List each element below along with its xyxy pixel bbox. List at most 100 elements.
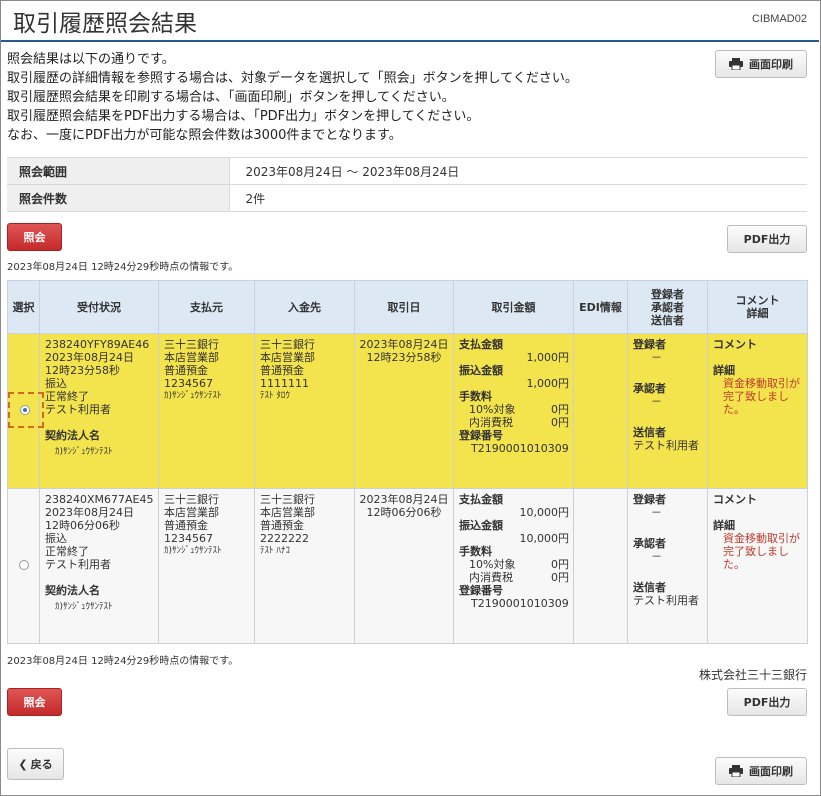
payer-account-number: 1234567: [164, 532, 213, 545]
transaction-time: 12時23分58秒: [366, 351, 442, 364]
receipt-number: 238240YFY89AE46: [45, 338, 150, 351]
transaction-date: 2023年08月24日: [359, 493, 449, 506]
comment-label: コメント: [713, 493, 757, 506]
transfer-amount-label: 振込金額: [459, 364, 503, 377]
inquiry-button-bottom[interactable]: 照会: [7, 688, 62, 716]
edi-cell: [573, 333, 628, 489]
payer-account-type: 普通預金: [164, 519, 208, 532]
col-comment-label: コメント: [735, 294, 780, 307]
chevron-left-icon: ❮: [18, 757, 28, 771]
intro-text: 照会結果は以下の通りです。 取引履歴の詳細情報を参照する場合は、対象データを選択…: [7, 50, 578, 145]
payment-amount-label: 支払金額: [459, 493, 503, 506]
payment-amount-value: 1,000円: [526, 351, 570, 364]
row-radio-selected[interactable]: [20, 404, 30, 415]
approvers-cell: 登録者 － 承認者 － 送信者 テスト利用者: [627, 333, 708, 489]
sender-value: テスト利用者: [633, 439, 699, 452]
payer-branch: 本店営業部: [164, 351, 219, 364]
col-approvers: 登録者 承認者 送信者: [627, 280, 708, 334]
corp-name-value: ｶ)ｻﾝｼﾞｭｳｻﾝﾃｽﾄ: [55, 447, 113, 457]
info-timestamp-top: 2023年08月24日 12時24分29秒時点の情報です。: [7, 262, 239, 273]
payment-amount-label: 支払金額: [459, 338, 503, 351]
user-name: テスト利用者: [45, 558, 111, 571]
fee-tax-row: 内消費税 0円: [459, 416, 573, 429]
detail-text: 完了致しまし: [723, 545, 789, 558]
radio-focus-highlight: [8, 391, 44, 428]
reg-no-value: T2190001010309: [471, 442, 569, 455]
range-label: 照会範囲: [7, 157, 230, 185]
transaction-type: 振込: [45, 532, 67, 545]
col-edi: EDI情報: [573, 280, 628, 334]
approvers-cell: 登録者 － 承認者 － 送信者 テスト利用者: [627, 488, 708, 644]
payee-bank: 三十三銀行: [260, 493, 315, 506]
summary-row-count: 照会件数 2件: [7, 184, 807, 212]
payee-account-type: 普通預金: [260, 364, 304, 377]
receipt-time: 12時06分06秒: [45, 519, 120, 532]
fee-10-row: 10%対象 0円: [459, 558, 573, 571]
pdf-button-bottom[interactable]: PDF出力: [727, 688, 807, 716]
col-amount: 取引金額: [453, 280, 574, 334]
detail-text: 資金移動取引が: [723, 532, 800, 545]
reg-no-value: T2190001010309: [471, 597, 569, 610]
sender-value: テスト利用者: [633, 594, 699, 607]
transaction-date: 2023年08月24日: [359, 338, 449, 351]
payee-branch: 本店営業部: [260, 506, 315, 519]
col-select: 選択: [7, 280, 40, 334]
approver-value: －: [651, 395, 662, 408]
page-header: 取引履歴照会結果 CIBMAD02: [1, 1, 819, 42]
detail-label: 詳細: [713, 519, 735, 532]
approver-label: 承認者: [633, 382, 666, 395]
intro-line: 取引履歴照会結果をPDF出力する場合は、「PDF出力」ボタンを押してください。: [7, 109, 480, 124]
receipt-number: 238240XM677AE45: [45, 493, 154, 506]
detail-text: た。: [723, 403, 745, 416]
registrant-value: －: [651, 351, 662, 364]
intro-line: 取引履歴の詳細情報を参照する場合は、対象データを選択して「照会」ボタンを押してく…: [7, 71, 578, 86]
payer-cell: 三十三銀行 本店営業部 普通預金 1234567 ｶ)ｻﾝｼﾞｭｳｻﾝﾃｽﾄ: [158, 333, 255, 489]
range-value: 2023年08月24日 ～ 2023年08月24日: [229, 157, 807, 185]
print-button-label: 画面印刷: [749, 765, 793, 778]
back-button[interactable]: ❮ 戻る: [7, 748, 64, 780]
registrant-label: 登録者: [633, 338, 666, 351]
payment-amount-value: 10,000円: [519, 506, 570, 519]
row-radio[interactable]: [18, 559, 29, 570]
corp-name-label: 契約法人名: [45, 584, 100, 597]
print-button-label: 画面印刷: [749, 58, 793, 71]
fee-10-label: 10%対象: [469, 558, 516, 571]
intro-line: 照会結果は以下の通りです。: [7, 52, 175, 67]
table-row[interactable]: 238240YFY89AE46 2023年08月24日 12時23分58秒 振込…: [7, 333, 808, 489]
fee-10-label: 10%対象: [469, 403, 516, 416]
print-button-bottom[interactable]: 画面印刷: [715, 757, 807, 785]
results-header-row: 選択 受付状況 支払元 入金先 取引日 取引金額 EDI情報 登録者 承認者 送…: [7, 280, 808, 334]
detail-text: た。: [723, 558, 745, 571]
intro-line: なお、一度にPDF出力が可能な照会件数は3000件までとなります。: [7, 128, 402, 143]
approver-label: 承認者: [633, 537, 666, 550]
approver-value: －: [651, 550, 662, 563]
comment-label: コメント: [713, 338, 757, 351]
comment-cell: コメント 詳細 資金移動取引が 完了致しまし た。: [707, 333, 808, 489]
results-table: 選択 受付状況 支払元 入金先 取引日 取引金額 EDI情報 登録者 承認者 送…: [7, 280, 808, 644]
payee-account-name: ﾃｽﾄ ﾊﾅｺ: [260, 546, 290, 556]
reg-no-label: 登録番号: [459, 584, 503, 597]
payee-account-number: 1111111: [260, 377, 309, 390]
col-date: 取引日: [354, 280, 454, 334]
col-payer: 支払元: [158, 280, 255, 334]
reg-no-label: 登録番号: [459, 429, 503, 442]
col-detail-label: 詳細: [746, 307, 769, 320]
status-cell: 238240XM677AE45 2023年08月24日 12時06分06秒 振込…: [39, 488, 159, 644]
table-row[interactable]: 238240XM677AE45 2023年08月24日 12時06分06秒 振込…: [7, 488, 808, 644]
amount-cell: 支払金額 1,000円 振込金額 1,000円 手数料 10%対象 0円 内消費税…: [453, 333, 574, 489]
status-text: 正常終了: [45, 545, 89, 558]
sender-label: 送信者: [633, 581, 666, 594]
detail-text: 完了致しまし: [723, 390, 789, 403]
col-registrant: 登録者: [651, 287, 684, 301]
inquiry-button-top[interactable]: 照会: [7, 223, 62, 251]
payer-cell: 三十三銀行 本店営業部 普通預金 1234567 ｶ)ｻﾝｼﾞｭｳｻﾝﾃｽﾄ: [158, 488, 255, 644]
print-button-top[interactable]: 画面印刷: [715, 50, 807, 78]
edi-cell: [573, 488, 628, 644]
payer-account-name: ｶ)ｻﾝｼﾞｭｳｻﾝﾃｽﾄ: [164, 546, 222, 556]
status-cell: 238240YFY89AE46 2023年08月24日 12時23分58秒 振込…: [39, 333, 159, 489]
pdf-button-top[interactable]: PDF出力: [727, 225, 807, 253]
page-title: 取引履歴照会結果: [13, 11, 197, 37]
screen-id: CIBMAD02: [751, 13, 807, 25]
payee-branch: 本店営業部: [260, 351, 315, 364]
fee-10-row: 10%対象 0円: [459, 403, 573, 416]
